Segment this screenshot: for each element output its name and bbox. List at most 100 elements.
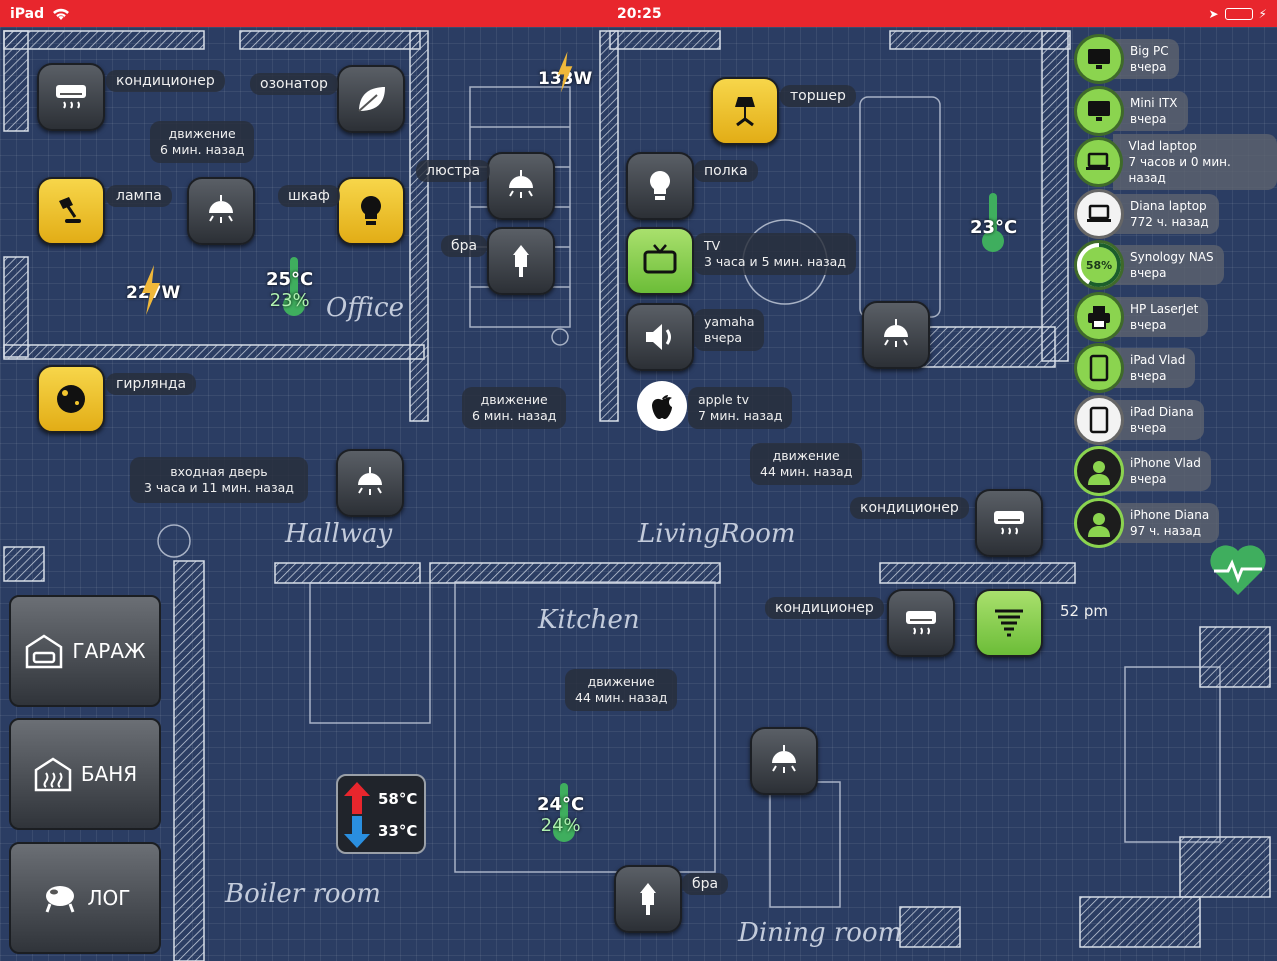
device-row[interactable]: iPad Diana вчера (1074, 394, 1204, 445)
tablet-icon (1074, 394, 1124, 445)
apple-icon (652, 395, 672, 419)
floor-lamp-label: торшер (780, 85, 856, 107)
log-button[interactable]: ЛОГ (9, 842, 161, 954)
device-row[interactable]: HP LaserJet вчера (1074, 291, 1209, 342)
room-label-boiler: Boiler room (225, 879, 381, 909)
device-row[interactable]: Big PC вчера (1074, 34, 1179, 84)
ceiling-light-icon (509, 170, 533, 198)
living-ceiling-light-button[interactable] (862, 301, 930, 369)
device-status: вчера (1130, 111, 1167, 126)
conditioner-dining-button[interactable] (887, 589, 955, 657)
device-name: iPad (10, 5, 45, 22)
device-info: iPhone Diana 97 ч. назад (1114, 502, 1220, 543)
device-row[interactable]: Vlad laptop 7 часов и 0 мин. назад (1074, 134, 1277, 190)
device-row[interactable]: iPhone Vlad вчера (1074, 446, 1211, 496)
device-info: Synology NAS вчера (1114, 245, 1224, 285)
floor-lamp-button[interactable] (711, 77, 779, 145)
conditioner-office-button[interactable] (37, 63, 105, 131)
device-name: Diana laptop (1130, 198, 1207, 213)
device-status: вчера (1130, 60, 1167, 74)
device-row[interactable]: Mini ITX вчера (1074, 85, 1188, 136)
air-conditioner-icon (994, 511, 1024, 535)
device-name: Mini ITX (1130, 95, 1178, 110)
device-name: HP LaserJet (1130, 301, 1199, 316)
sconce-kitchen-button[interactable] (614, 865, 682, 933)
bolt-icon (142, 265, 160, 315)
globe-icon (57, 385, 85, 413)
device-status: вчера (1130, 317, 1167, 332)
garland-label: гирлянда (106, 373, 197, 395)
device-info: Vlad laptop 7 часов и 0 мин. назад (1112, 134, 1277, 190)
boiler-cold-temp: 33°C (378, 822, 418, 840)
apple-tv-status-badge: apple tv 7 мин. назад (688, 387, 793, 429)
room-label-dining: Dining room (738, 918, 903, 948)
laptop-icon (1074, 188, 1124, 239)
wifi-icon (53, 8, 70, 20)
log-label: ЛОГ (87, 886, 131, 910)
desk-lamp-icon (59, 197, 81, 223)
device-row[interactable]: 58% Synology NAS вчера (1074, 240, 1224, 290)
status-bar: iPad 20:25 ➤ ⚡ (0, 0, 1277, 27)
conditioner-living-button[interactable] (975, 489, 1043, 557)
person-icon (1074, 497, 1124, 548)
tv-status-badge: TV 3 часа и 5 мин. назад (694, 233, 856, 275)
dining-light-button[interactable] (750, 727, 818, 795)
wardrobe-button[interactable] (337, 177, 405, 245)
garage-button[interactable]: ГАРАЖ (9, 595, 161, 707)
room-label-kitchen: Kitchen (538, 605, 640, 635)
device-info: iPhone Vlad вчера (1114, 451, 1211, 491)
kitchen-motion-badge: движение 44 мин. назад (565, 669, 678, 711)
bath-button[interactable]: БАНЯ (9, 718, 161, 830)
office-ceiling-light-button[interactable] (187, 177, 255, 245)
device-info: Diana laptop 772 ч. назад (1114, 193, 1219, 234)
floor-lamp-icon (735, 97, 755, 127)
device-row[interactable]: Diana laptop 772 ч. назад (1074, 188, 1219, 239)
tornado-icon (995, 609, 1023, 637)
ceiling-light-icon (884, 319, 908, 347)
log-icon (45, 886, 74, 913)
device-name: iPad Diana (1130, 404, 1194, 419)
laptop-icon (1074, 137, 1123, 187)
ceiling-light-icon (772, 745, 796, 773)
lantern-icon (513, 245, 529, 277)
charging-icon: ⚡ (1258, 6, 1267, 21)
shelf-light-button[interactable] (626, 152, 694, 220)
tv-button[interactable] (626, 227, 694, 295)
shelf-label: полка (694, 160, 758, 182)
device-name: Vlad laptop (1128, 139, 1197, 153)
device-status: 772 ч. назад (1130, 214, 1209, 229)
device-name: iPhone Diana (1130, 507, 1210, 522)
fan-button[interactable] (975, 589, 1043, 657)
floor-plan: Office Hallway LivingRoom Kitchen Boiler… (0, 27, 1277, 961)
location-icon: ➤ (1208, 6, 1219, 21)
lantern-icon (640, 883, 656, 915)
chandelier-button[interactable] (487, 152, 555, 220)
nas-icon: 58% (1074, 240, 1124, 290)
device-row[interactable]: iPad Vlad вчера (1074, 343, 1196, 393)
fan-time-label: 52 pm (1060, 602, 1108, 620)
nas-usage-gauge: 58% (1085, 258, 1113, 272)
monitor-icon (1074, 85, 1124, 136)
printer-icon (1074, 291, 1124, 342)
sconce-hall-button[interactable] (487, 227, 555, 295)
device-status: вчера (1130, 420, 1167, 435)
yamaha-button[interactable] (626, 303, 694, 371)
garland-button[interactable] (37, 365, 105, 433)
device-status: вчера (1130, 266, 1167, 280)
air-conditioner-icon (906, 611, 936, 635)
device-row[interactable]: iPhone Diana 97 ч. назад (1074, 497, 1220, 548)
device-info: HP LaserJet вчера (1114, 296, 1209, 337)
ozonator-button[interactable] (337, 65, 405, 133)
boiler-widget[interactable]: 58°C 33°C (336, 774, 426, 854)
device-status: 97 ч. назад (1130, 523, 1202, 538)
sconce-kitchen-label: бра (682, 873, 729, 895)
bath-label: БАНЯ (80, 762, 138, 786)
apple-tv-button[interactable] (637, 381, 687, 431)
clock: 20:25 (617, 5, 662, 22)
heartbeat-icon[interactable] (1208, 543, 1268, 597)
conditioner-office-label: кондиционер (106, 70, 225, 92)
garage-icon (26, 634, 63, 669)
battery-icon (1224, 7, 1253, 20)
hallway-light-button[interactable] (336, 449, 404, 517)
lamp-button[interactable] (37, 177, 105, 245)
